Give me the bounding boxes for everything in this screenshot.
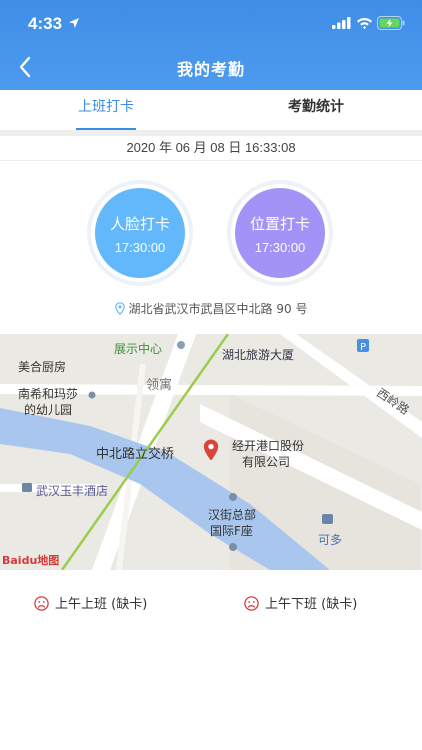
morning-clock-in-record: 上午上班 (缺卡) (34, 596, 147, 614)
map-label: 可多 (318, 533, 343, 547)
location-punch-label: 位置打卡 (249, 215, 310, 233)
current-datetime: 2020 年 06 月 08 日 16:33:08 (126, 140, 296, 155)
morning-clock-out-record: 上午下班 (缺卡) (244, 596, 357, 614)
app-header: 4:33 我的考勤 (0, 0, 422, 90)
map-label: 中北路立交桥 (96, 447, 175, 462)
map-label: 国际F座 (210, 524, 253, 538)
svg-text:P: P (360, 342, 366, 353)
face-punch-time: 17:30:00 (114, 240, 166, 255)
map-label: 美合厨房 (18, 360, 67, 374)
location-pin-icon (114, 302, 125, 315)
sad-face-icon (244, 596, 259, 611)
record-label: 上午下班 (缺卡) (265, 597, 358, 612)
signal-icon (332, 17, 351, 29)
tab-bar: 上班打卡 考勤统计 (0, 90, 422, 130)
address-text: 湖北省武汉市武昌区中北路 90 号 (128, 302, 308, 316)
map-label: 的幼儿园 (24, 403, 73, 417)
map-label: 武汉玉丰酒店 (36, 484, 109, 498)
sad-face-icon (34, 596, 49, 611)
map-label: 湖北旅游大厦 (222, 348, 295, 362)
map-label: 有限公司 (242, 455, 291, 469)
location-punch-time: 17:30:00 (254, 240, 306, 255)
face-punch-label: 人脸打卡 (109, 215, 170, 233)
tab-attendance-stats[interactable]: 考勤统计 (276, 90, 356, 130)
location-arrow-icon (69, 18, 79, 28)
divider-thin (0, 160, 422, 161)
map-label: 展示中心 (114, 342, 163, 356)
map-label: 南希和玛莎 (18, 387, 79, 401)
location-punch-button[interactable]: 位置打卡 17:30:00 (235, 188, 325, 278)
status-time: 4:33 (28, 14, 63, 33)
face-punch-button[interactable]: 人脸打卡 17:30:00 (95, 188, 185, 278)
page-title: 我的考勤 (176, 60, 245, 79)
map-label: 汉街总部 (208, 508, 257, 522)
status-bar: 4:33 (0, 0, 422, 44)
wifi-icon (357, 18, 372, 29)
map-marker-icon (203, 439, 219, 461)
battery-charging-icon (377, 16, 405, 30)
map-label: 领寓 (146, 378, 173, 393)
map-label: 经开港口股份 (232, 439, 305, 453)
current-address: 湖北省武汉市武昌区中北路 90 号 (0, 300, 422, 317)
location-map[interactable]: P 展示中心 湖北旅游大厦 美合厨房 领寓 西岭路 南希和玛莎 的幼儿园 中北路… (0, 334, 422, 570)
record-label: 上午上班 (缺卡) (55, 597, 148, 612)
baidu-map-logo: Baidu地图 (2, 554, 60, 567)
tab-clock-in[interactable]: 上班打卡 (66, 90, 146, 130)
